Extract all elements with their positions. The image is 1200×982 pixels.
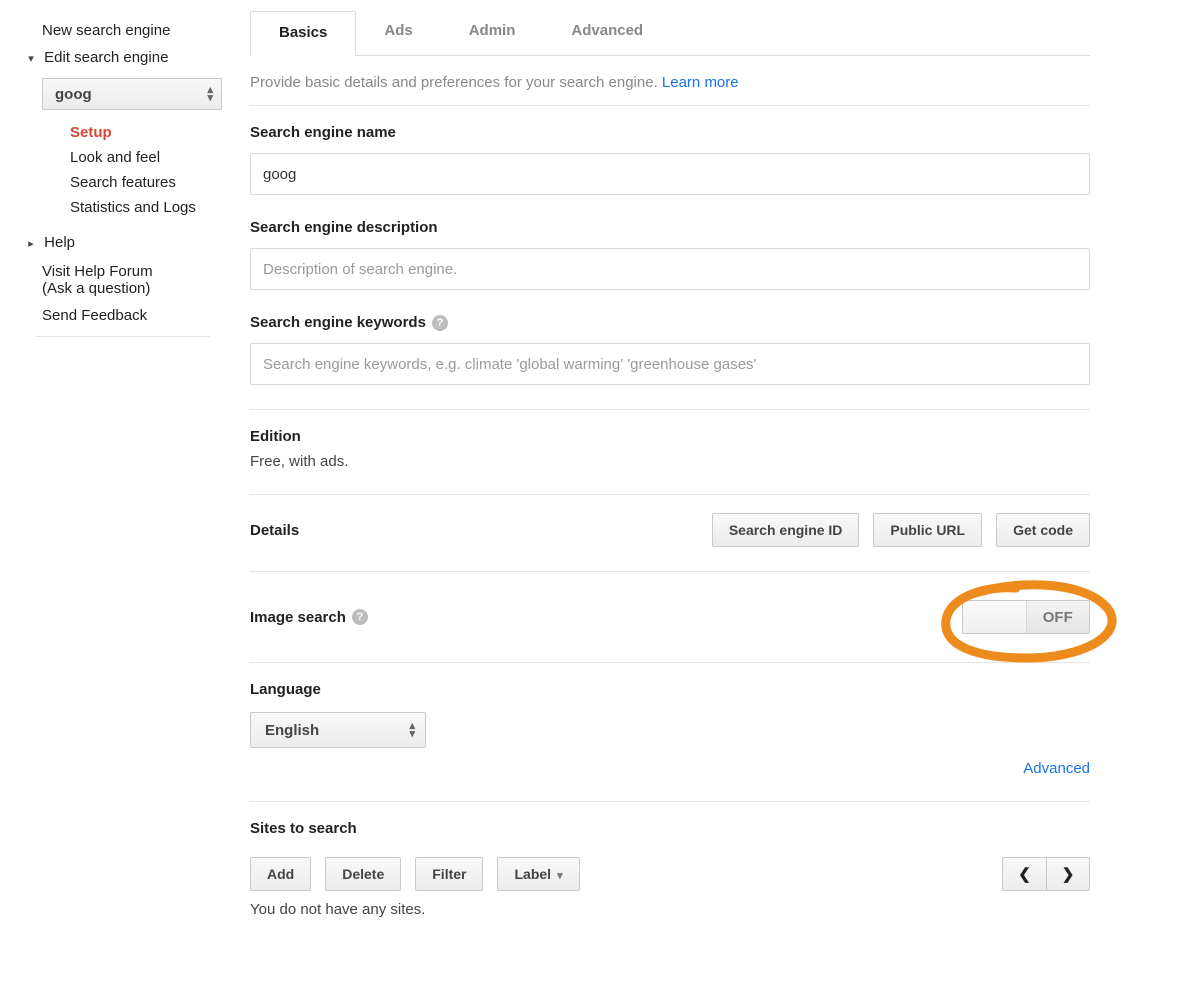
sidebar-item-label: Edit search engine — [44, 49, 168, 66]
updown-chevron-icon: ▴▾ — [207, 86, 213, 102]
sites-label: Sites to search — [250, 820, 1090, 837]
pager-next-button[interactable]: ❯ — [1046, 857, 1090, 891]
description-input[interactable] — [250, 248, 1090, 290]
tab-basics[interactable]: Basics — [250, 11, 356, 56]
language-value: English — [265, 722, 319, 739]
image-search-toggle[interactable]: OFF — [962, 600, 1090, 634]
sidebar-subitem-look-and-feel[interactable]: Look and feel — [70, 145, 228, 170]
learn-more-link[interactable]: Learn more — [662, 74, 739, 91]
search-engine-id-button[interactable]: Search engine ID — [712, 513, 860, 547]
sidebar-item-send-feedback[interactable]: Send Feedback — [18, 301, 228, 328]
section-sites: Sites to search Add Delete Filter Label … — [250, 801, 1090, 942]
label-site-button[interactable]: Label — [497, 857, 579, 891]
add-site-button[interactable]: Add — [250, 857, 311, 891]
sidebar: New search engine Edit search engine goo… — [0, 0, 240, 982]
section-image-search: Image search ? OFF — [250, 571, 1090, 662]
toggle-on-half — [963, 601, 1027, 633]
section-edition: Edition Free, with ads. — [250, 409, 1090, 494]
image-search-toggle-wrap: OFF — [962, 600, 1090, 634]
sidebar-item-edit-engine[interactable]: Edit search engine — [18, 45, 228, 72]
keywords-label-text: Search engine keywords — [250, 314, 426, 331]
language-dropdown[interactable]: English ▴▾ — [250, 712, 426, 748]
sites-action-buttons: Add Delete Filter Label — [250, 857, 580, 891]
updown-chevron-icon: ▴▾ — [409, 722, 415, 738]
keywords-label: Search engine keywords ? — [250, 314, 1090, 331]
main-content: Basics Ads Admin Advanced Provide basic … — [240, 0, 1200, 982]
chevron-left-icon: ❮ — [1018, 865, 1031, 883]
intro-text: Provide basic details and preferences fo… — [250, 56, 1090, 105]
details-buttons: Search engine ID Public URL Get code — [712, 513, 1090, 547]
section-name: Search engine name — [250, 105, 1090, 219]
engine-dropdown-value: goog — [55, 86, 92, 103]
section-language: Language English ▴▾ Advanced — [250, 662, 1090, 801]
image-search-label: Image search ? — [250, 609, 368, 626]
sidebar-subitems: Setup Look and feel Search features Stat… — [70, 120, 228, 220]
delete-site-button[interactable]: Delete — [325, 857, 401, 891]
sidebar-item-label: Help — [44, 234, 75, 251]
tab-admin[interactable]: Admin — [441, 10, 544, 55]
empty-sites-message: You do not have any sites. — [250, 901, 1090, 918]
help-icon: ? — [432, 315, 448, 331]
help-icon: ? — [352, 609, 368, 625]
filter-site-button[interactable]: Filter — [415, 857, 483, 891]
sidebar-subitem-statistics[interactable]: Statistics and Logs — [70, 195, 228, 220]
get-code-button[interactable]: Get code — [996, 513, 1090, 547]
chevron-right-icon: ❯ — [1062, 865, 1075, 883]
section-keywords: Search engine keywords ? — [250, 314, 1090, 409]
section-details: Details Search engine ID Public URL Get … — [250, 494, 1090, 571]
caret-down-icon — [24, 52, 38, 65]
language-advanced-wrap: Advanced — [250, 748, 1090, 777]
name-input[interactable] — [250, 153, 1090, 195]
caret-right-icon — [24, 237, 38, 250]
visit-forum-line1: Visit Help Forum — [42, 263, 228, 280]
sites-pager: ❮ ❯ — [1002, 857, 1090, 891]
toggle-off-half: OFF — [1027, 601, 1090, 633]
intro-text-body: Provide basic details and preferences fo… — [250, 74, 662, 91]
sidebar-subitem-search-features[interactable]: Search features — [70, 170, 228, 195]
tab-ads[interactable]: Ads — [356, 10, 440, 55]
name-label: Search engine name — [250, 124, 1090, 141]
engine-dropdown[interactable]: goog ▴▾ — [42, 78, 222, 110]
sidebar-item-new-engine[interactable]: New search engine — [18, 18, 228, 45]
sidebar-item-help[interactable]: Help — [18, 230, 228, 257]
edition-label: Edition — [250, 428, 1090, 449]
language-advanced-link[interactable]: Advanced — [1023, 760, 1090, 777]
image-search-label-text: Image search — [250, 609, 346, 626]
sites-actions: Add Delete Filter Label ❮ ❯ — [250, 837, 1090, 901]
pager-prev-button[interactable]: ❮ — [1002, 857, 1046, 891]
section-description: Search engine description — [250, 219, 1090, 314]
chevron-down-icon — [557, 866, 563, 882]
sidebar-item-visit-forum[interactable]: Visit Help Forum (Ask a question) — [18, 257, 228, 301]
visit-forum-line2: (Ask a question) — [42, 280, 228, 297]
description-label: Search engine description — [250, 219, 1090, 236]
keywords-input[interactable] — [250, 343, 1090, 385]
public-url-button[interactable]: Public URL — [873, 513, 982, 547]
language-label: Language — [250, 681, 1090, 698]
sidebar-subitem-setup[interactable]: Setup — [70, 120, 228, 145]
label-button-text: Label — [514, 866, 551, 882]
tabs: Basics Ads Admin Advanced — [250, 10, 1090, 56]
tab-advanced[interactable]: Advanced — [543, 10, 671, 55]
edition-value: Free, with ads. — [250, 449, 1090, 470]
details-label: Details — [250, 522, 299, 539]
sidebar-divider — [36, 336, 210, 337]
